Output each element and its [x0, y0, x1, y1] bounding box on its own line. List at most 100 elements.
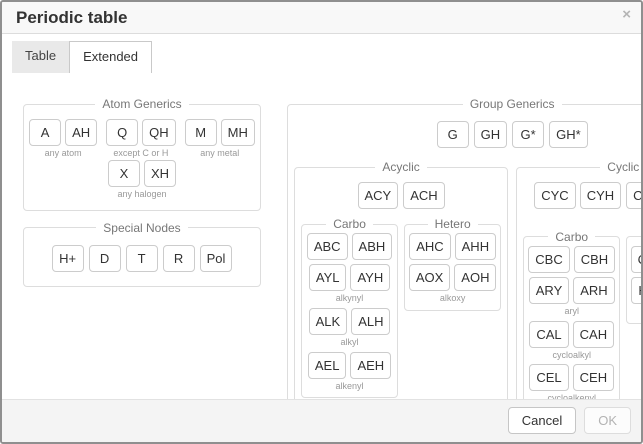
- group-generic-abc-button[interactable]: ABC: [307, 233, 348, 260]
- atom-generic-m-button[interactable]: M: [185, 119, 217, 146]
- atom-generic-mh-button[interactable]: MH: [221, 119, 255, 146]
- group-generic-aeh-button[interactable]: AEH: [350, 352, 391, 379]
- no-carbon-group: CXX CXH no carbon: [626, 182, 643, 222]
- special-node-t-button[interactable]: T: [126, 245, 158, 272]
- close-icon[interactable]: ×: [622, 7, 631, 22]
- cyclic-legend: Cyclic: [600, 160, 643, 174]
- special-nodes-legend: Special Nodes: [96, 221, 187, 235]
- acyclic-hetero-legend: Hetero: [428, 217, 478, 231]
- generic-group: CYC CYH: [534, 182, 621, 222]
- alkyl-group: ALK ALH alkyl: [306, 308, 393, 348]
- tab-table[interactable]: Table: [12, 41, 69, 73]
- ok-button[interactable]: OK: [584, 407, 631, 434]
- group-generic-abh-button[interactable]: ABH: [352, 233, 393, 260]
- generic-caption: alkenyl: [336, 381, 364, 392]
- tab-extended[interactable]: Extended: [69, 41, 152, 73]
- group-generic-ayh-button[interactable]: AYH: [350, 264, 390, 291]
- generic-caption: cycloalkyl: [552, 350, 591, 361]
- alkynyl-group: AYL AYH alkynyl: [306, 264, 393, 304]
- group-generic-cyc-button[interactable]: CYC: [534, 182, 575, 209]
- special-node-pol-button[interactable]: Pol: [200, 245, 233, 272]
- special-node-d-button[interactable]: D: [89, 245, 121, 272]
- alkenyl-group: AEL AEH alkenyl: [306, 352, 393, 392]
- atom-generic-xh-button[interactable]: XH: [144, 160, 176, 187]
- atom-generic-qh-button[interactable]: QH: [142, 119, 176, 146]
- group-generic-gstar-button[interactable]: G*: [512, 121, 544, 148]
- group-generics-legend: Group Generics: [463, 97, 562, 111]
- group-generics-subsections: Acyclic ACY ACH Carbo ABC: [294, 160, 643, 420]
- generic-group: CBC CBH: [528, 246, 615, 273]
- group-generic-alh-button[interactable]: ALH: [351, 308, 390, 335]
- any-atom-group: A AH any atom: [29, 119, 97, 159]
- generic-group: CHC CHH: [631, 246, 643, 273]
- acyclic-subsections: Carbo ABC ABH AYL: [301, 217, 501, 398]
- generic-caption: any metal: [200, 148, 239, 159]
- dialog-content: Atom Generics A AH any atom Q QH: [2, 73, 641, 429]
- group-generic-arh-button[interactable]: ARH: [573, 277, 614, 304]
- cyclic-top-row: CYC CYH CXX CXH no carbon: [523, 182, 643, 222]
- atom-generic-ah-button[interactable]: AH: [65, 119, 97, 146]
- group-generic-alk-button[interactable]: ALK: [309, 308, 348, 335]
- generic-group: AHC AHH: [409, 233, 496, 260]
- acyclic-carbo-fieldset: Carbo ABC ABH AYL: [301, 217, 398, 398]
- group-generic-cyh-button[interactable]: CYH: [580, 182, 621, 209]
- cyclic-carbo-fieldset: Carbo CBC CBH ARY: [523, 230, 620, 411]
- group-generic-ceh-button[interactable]: CEH: [573, 364, 614, 391]
- group-generic-g-button[interactable]: G: [437, 121, 469, 148]
- group-generic-har-button[interactable]: HAR: [631, 277, 643, 304]
- cancel-button[interactable]: Cancel: [508, 407, 576, 434]
- special-nodes-fieldset: Special Nodes H+ D T R Pol: [23, 221, 261, 287]
- alkoxy-group: AOX AOH alkoxy: [409, 264, 496, 304]
- group-generic-ahc-button[interactable]: AHC: [409, 233, 450, 260]
- group-generic-ary-button[interactable]: ARY: [529, 277, 570, 304]
- special-node-r-button[interactable]: R: [163, 245, 195, 272]
- any-metal-group: M MH any metal: [185, 119, 255, 159]
- group-generic-aox-button[interactable]: AOX: [409, 264, 450, 291]
- hetero-aryl-group: HAR HAH hetero aryl: [631, 277, 643, 317]
- cyclic-carbo-legend: Carbo: [548, 230, 595, 244]
- atom-generic-x-button[interactable]: X: [108, 160, 140, 187]
- group-generic-cel-button[interactable]: CEL: [529, 364, 568, 391]
- generic-caption: any atom: [45, 148, 82, 159]
- atom-generics-fieldset: Atom Generics A AH any atom Q QH: [23, 97, 261, 211]
- any-halogen-group: X XH any halogen: [108, 160, 176, 200]
- group-generic-ghstar-button[interactable]: GH*: [549, 121, 588, 148]
- generic-caption: any halogen: [117, 189, 166, 200]
- dialog-header: Periodic table ×: [2, 2, 641, 34]
- group-generic-cbc-button[interactable]: CBC: [528, 246, 569, 273]
- group-generic-acy-button[interactable]: ACY: [358, 182, 399, 209]
- group-generic-cxx-button[interactable]: CXX: [626, 182, 643, 209]
- acyclic-legend: Acyclic: [375, 160, 426, 174]
- special-node-hplus-button[interactable]: H+: [52, 245, 84, 272]
- generic-caption: aryl: [564, 306, 579, 317]
- dialog-footer: Cancel OK: [2, 399, 641, 442]
- group-generics-top-row: G GH G* GH*: [294, 121, 643, 148]
- atom-generic-q-button[interactable]: Q: [106, 119, 138, 146]
- special-nodes-row: H+ D T R Pol: [30, 245, 254, 272]
- dialog-title: Periodic table: [16, 8, 127, 28]
- right-column: Group Generics G GH G* GH* Acyclic ACY A…: [287, 97, 643, 429]
- group-generic-cah-button[interactable]: CAH: [573, 321, 614, 348]
- except-c-or-h-group: Q QH except C or H: [106, 119, 176, 159]
- group-generics-fieldset: Group Generics G GH G* GH* Acyclic ACY A…: [287, 97, 643, 429]
- atom-generics-row-1: A AH any atom Q QH except C or H: [30, 119, 254, 159]
- group-generic-ayl-button[interactable]: AYL: [309, 264, 347, 291]
- group-generic-gh-button[interactable]: GH: [474, 121, 508, 148]
- acyclic-top-row: ACY ACH: [301, 182, 501, 209]
- group-generic-ach-button[interactable]: ACH: [403, 182, 444, 209]
- generic-caption: except C or H: [113, 148, 168, 159]
- group-generic-aoh-button[interactable]: AOH: [454, 264, 496, 291]
- aryl-group: ARY ARH aryl: [528, 277, 615, 317]
- cyclic-fieldset: Cyclic CYC CYH CXX: [516, 160, 643, 420]
- group-generic-ahh-button[interactable]: AHH: [455, 233, 496, 260]
- cyclic-hetero-fieldset: Hetero CHC CHH HAR: [626, 230, 643, 324]
- generic-caption: alkyl: [341, 337, 359, 348]
- atom-generic-a-button[interactable]: A: [29, 119, 61, 146]
- group-generic-cbh-button[interactable]: CBH: [574, 246, 615, 273]
- generic-caption: alkoxy: [440, 293, 466, 304]
- group-generic-cal-button[interactable]: CAL: [529, 321, 568, 348]
- group-generic-ael-button[interactable]: AEL: [308, 352, 347, 379]
- group-generic-chc-button[interactable]: CHC: [631, 246, 643, 273]
- atom-generics-legend: Atom Generics: [95, 97, 188, 111]
- acyclic-fieldset: Acyclic ACY ACH Carbo ABC: [294, 160, 508, 420]
